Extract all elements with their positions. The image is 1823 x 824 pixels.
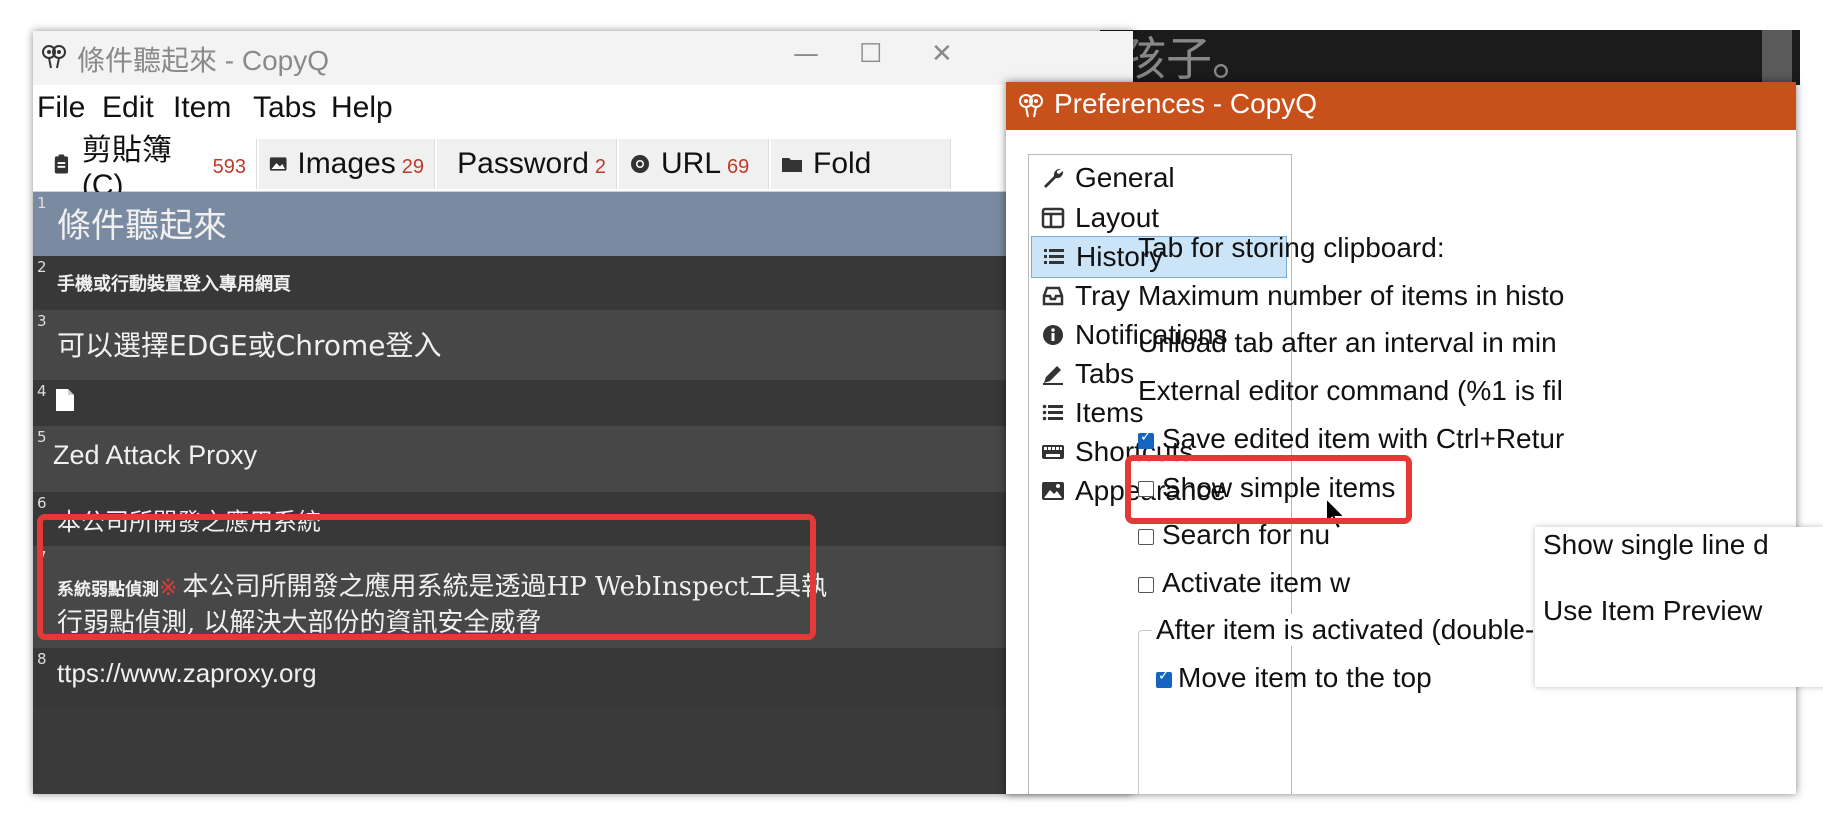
preferences-titlebar: Preferences - CopyQ — [1006, 82, 1796, 130]
menu-edit[interactable]: Edit — [102, 91, 154, 125]
item-text: Zed Attack Proxy — [53, 440, 258, 470]
clipboard-icon — [54, 154, 69, 174]
close-button[interactable]: ✕ — [931, 39, 953, 69]
tab-images-count: 29 — [401, 155, 424, 178]
tooltip-line1: Show single line d — [1543, 529, 1769, 560]
menu-item[interactable]: Item — [173, 91, 231, 125]
nav-label: Layout — [1075, 202, 1160, 233]
item-text: 條件聽起來 — [57, 206, 227, 246]
browser-icon — [631, 155, 649, 173]
list-item[interactable]: 2 手機或行動裝置登入專用網頁 — [33, 256, 1133, 310]
background-window-text: 孩子。 — [1120, 32, 1258, 86]
tab-bar: 剪貼簿(C) 593 Images 29 Password 2 URL 69 F… — [33, 134, 1133, 202]
pen-icon — [1043, 366, 1063, 385]
max-items-label: Maximum number of items in histo — [1138, 280, 1565, 311]
tab-clipboard-count: 593 — [212, 155, 246, 178]
preferences-dialog: Preferences - CopyQ General Layout Histo… — [1006, 82, 1796, 794]
menu-help[interactable]: Help — [331, 91, 393, 125]
nav-label: Tabs — [1075, 358, 1135, 389]
image-icon — [269, 157, 287, 171]
background-window: 孩子。 — [1100, 30, 1800, 86]
tray-icon — [1042, 286, 1064, 306]
item-text: 可以選擇EDGE或Chrome登入 — [57, 329, 442, 362]
wrench-icon — [1044, 168, 1064, 188]
tab-storing-label: Tab for storing clipboard: — [1138, 232, 1445, 263]
picture-icon — [1042, 482, 1064, 500]
tab-images-label: Images — [297, 147, 396, 180]
nav-label: Tray — [1075, 280, 1130, 311]
preferences-title: Preferences - CopyQ — [1054, 88, 1317, 119]
tab-password[interactable]: Password 2 — [437, 139, 617, 189]
save-edited-checkbox[interactable] — [1138, 429, 1154, 449]
item-number: 2 — [37, 258, 47, 276]
tooltip-popup: Show single line d Use Item Preview — [1535, 527, 1823, 687]
keyboard-icon — [1042, 445, 1064, 459]
tab-clipboard[interactable]: 剪貼簿(C) 593 — [41, 134, 257, 202]
menu-file[interactable]: File — [37, 91, 85, 125]
save-edited-label: Save edited item with Ctrl+Retur — [1162, 423, 1565, 454]
info-icon — [1043, 325, 1063, 345]
file-icon — [56, 389, 74, 411]
list-item[interactable]: 4 — [33, 380, 1133, 426]
item-number: 5 — [37, 428, 47, 446]
item-number: 3 — [37, 312, 47, 330]
item-text: 手機或行動裝置登入專用網頁 — [57, 274, 291, 295]
tab-url-label: URL — [661, 147, 722, 180]
item-text: ttps://www.zaproxy.org — [57, 658, 317, 688]
tab-password-count: 2 — [594, 155, 606, 178]
external-editor-label: External editor command (%1 is fil — [1138, 375, 1563, 406]
copyq-app-icon — [1019, 94, 1043, 118]
list-item[interactable]: 3 可以選擇EDGE或Chrome登入 — [33, 310, 1133, 380]
nav-label: Items — [1075, 397, 1144, 428]
list-item[interactable]: 5 Zed Attack Proxy — [33, 426, 1133, 492]
tab-url[interactable]: URL 69 — [619, 139, 769, 189]
list-item[interactable]: 1 條件聽起來 — [33, 192, 1133, 256]
tooltip-line2: Use Item Preview — [1543, 595, 1763, 626]
highlight-show-simple — [1125, 455, 1412, 524]
maximize-button[interactable]: ☐ — [859, 39, 882, 69]
tab-url-count: 69 — [727, 155, 750, 178]
nav-item-general[interactable]: General — [1031, 157, 1287, 199]
menu-tabs[interactable]: Tabs — [253, 91, 316, 125]
clipboard-item-list: 1 條件聽起來 2 手機或行動裝置登入專用網頁 3 可以選擇EDGE或Chrom… — [33, 192, 1133, 794]
copyq-app-icon — [42, 45, 66, 69]
activate-item-label: Activate item w — [1162, 567, 1351, 598]
move-top-label: Move item to the top — [1178, 662, 1432, 693]
main-titlebar: 條件聽起來 - CopyQ — ☐ ✕ — [33, 31, 1133, 85]
list-item[interactable]: 8 ttps://www.zaproxy.org — [33, 648, 1133, 708]
highlight-item-7 — [37, 514, 816, 640]
move-top-checkbox[interactable] — [1156, 668, 1172, 688]
items-list-icon — [1042, 404, 1063, 421]
unload-tab-label: Unload tab after an interval in min — [1138, 327, 1557, 358]
item-number: 1 — [37, 194, 47, 212]
item-number: 4 — [37, 382, 47, 400]
minimize-button[interactable]: — — [793, 39, 819, 69]
nav-label: General — [1075, 162, 1175, 193]
tab-folder-label: Fold — [813, 147, 872, 180]
activate-item-checkbox[interactable] — [1138, 577, 1154, 593]
main-window-title: 條件聽起來 - CopyQ — [77, 45, 330, 76]
after-activated-label: After item is activated (double-cli — [1152, 614, 1565, 646]
tab-password-label: Password — [457, 147, 589, 180]
copyq-main-window: 條件聽起來 - CopyQ — ☐ ✕ File Edit Item Tabs … — [33, 31, 1133, 794]
item-number: 6 — [37, 494, 47, 512]
background-scrollbar — [1762, 30, 1792, 85]
item-number: 8 — [37, 650, 47, 668]
layout-icon — [1041, 207, 1065, 229]
folder-icon — [782, 158, 802, 172]
tab-images[interactable]: Images 29 — [259, 139, 435, 189]
tab-folder[interactable]: Fold — [771, 139, 951, 189]
search-numbers-checkbox[interactable] — [1138, 529, 1154, 545]
list-icon — [1044, 249, 1064, 264]
